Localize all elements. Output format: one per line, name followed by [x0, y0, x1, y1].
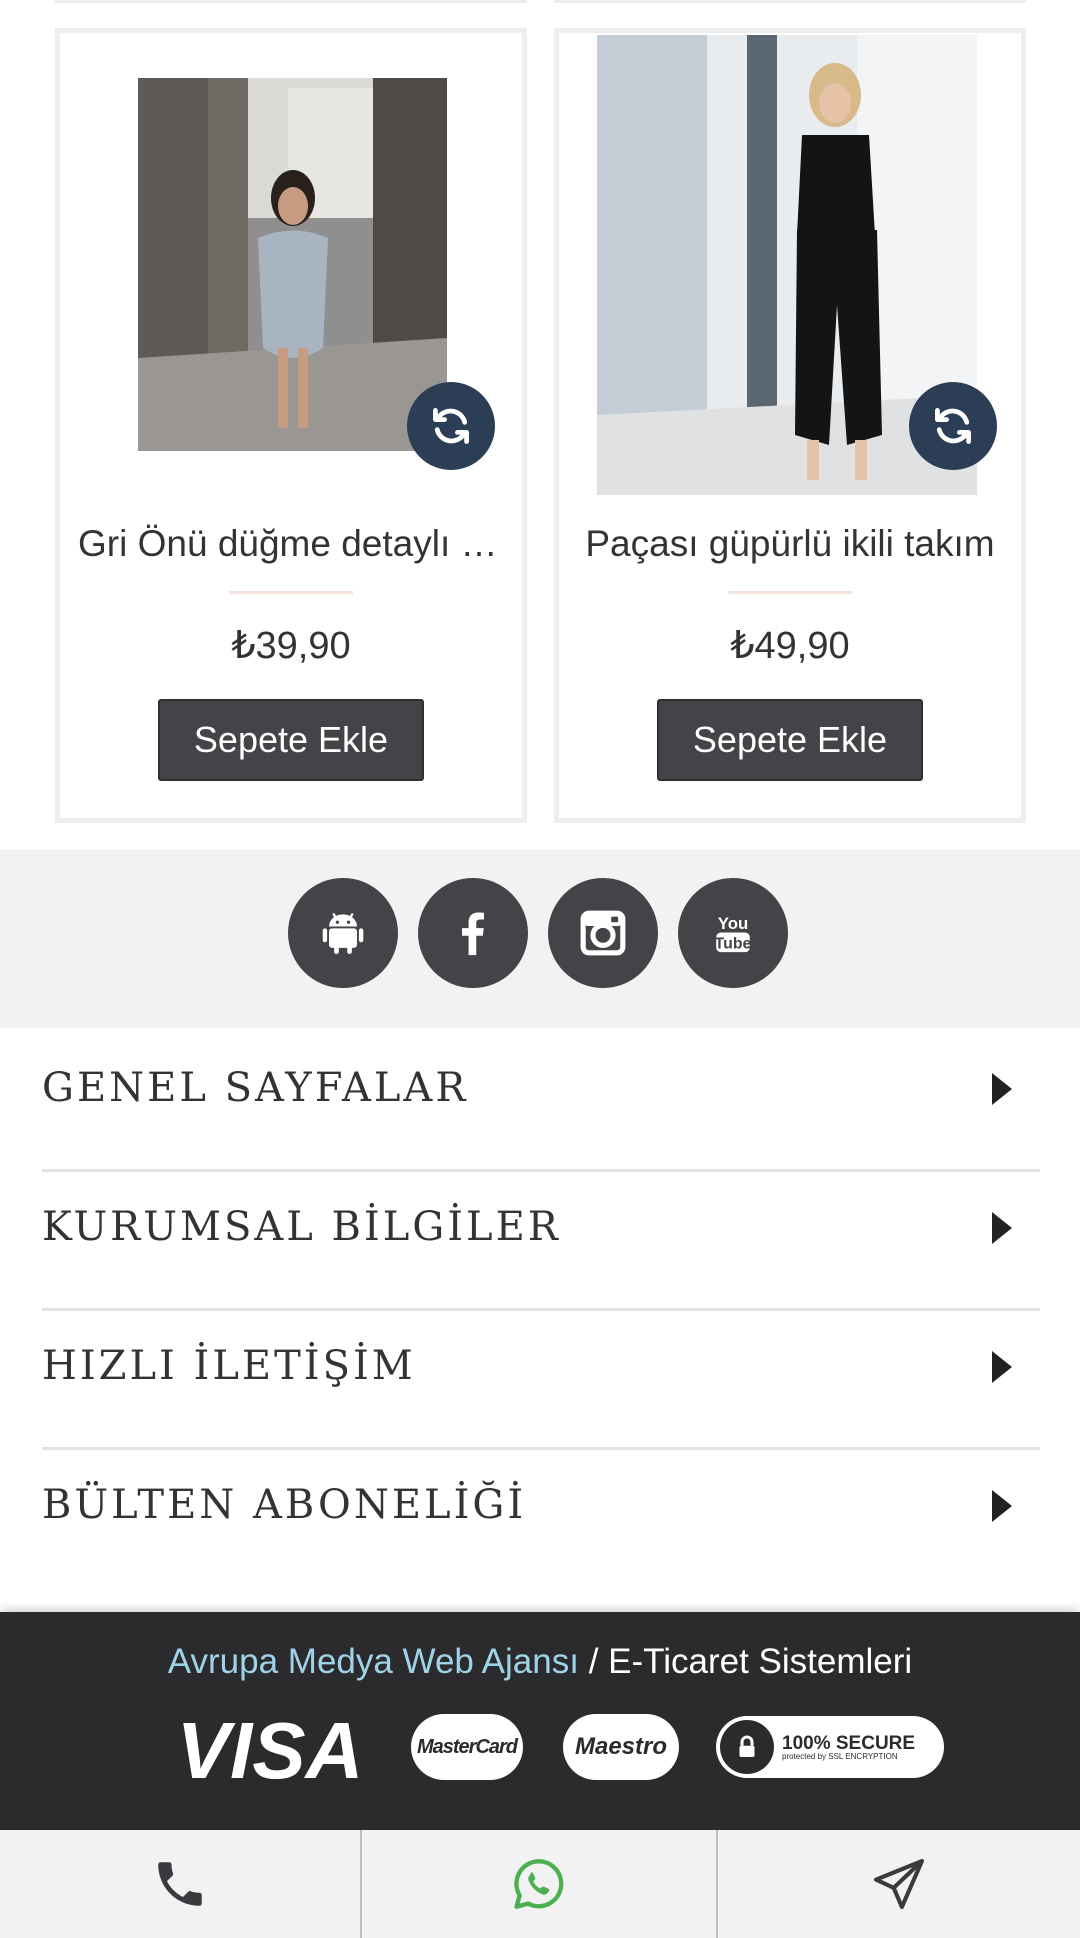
accordion-item-corporate-info[interactable]: KURUMSAL BİLGİLER: [42, 1172, 1040, 1311]
android-icon: [322, 913, 364, 954]
accordion-item-newsletter[interactable]: BÜLTEN ABONELİĞİ: [42, 1450, 1040, 1589]
accordion-item-quick-contact[interactable]: HIZLI İLETİŞİM: [42, 1311, 1040, 1450]
youtube-you-text: You: [718, 914, 748, 933]
facebook-icon: [462, 912, 484, 956]
social-bar: You Tube: [0, 850, 1080, 1028]
instagram-icon: [580, 910, 626, 956]
youtube-tube-text: Tube: [715, 935, 752, 952]
ssl-secure-badge: 100% SECURE protected by SSL ENCRYPTION: [716, 1716, 944, 1778]
phone-icon: [158, 1862, 202, 1906]
previous-row-edge: [0, 0, 1080, 4]
credit-separator: /: [578, 1642, 609, 1681]
add-to-cart-button[interactable]: Sepete Ekle: [657, 699, 923, 781]
agency-link[interactable]: Avrupa Medya Web Ajansı: [168, 1642, 579, 1681]
whatsapp-button[interactable]: [362, 1830, 718, 1938]
accordion-item-general-pages[interactable]: GENEL SAYFALAR: [42, 1033, 1040, 1172]
android-app-link[interactable]: [288, 878, 398, 988]
maestro-text: Maestro: [574, 1733, 668, 1760]
caret-right-icon: [992, 1073, 1012, 1105]
youtube-icon: You Tube: [715, 914, 752, 953]
product-price: ₺49,90: [730, 625, 850, 667]
product-name[interactable]: Paçası güpürlü ikili takım: [577, 523, 1003, 565]
contact-form-button[interactable]: [718, 1830, 1080, 1938]
product-grid: Gri Önü düğme detaylı Kalem Elbise ₺39,9…: [55, 28, 1026, 823]
facebook-link[interactable]: [418, 878, 528, 988]
secure-sub-text: protected by SSL ENCRYPTION: [782, 1751, 898, 1761]
caret-right-icon: [992, 1490, 1012, 1522]
divider: [728, 591, 852, 594]
product-photo[interactable]: [138, 78, 447, 451]
credit-system: E-Ticaret Sistemleri: [608, 1642, 913, 1681]
refresh-icon: [433, 408, 469, 444]
caret-right-icon: [992, 1351, 1012, 1383]
product-image-link[interactable]: [60, 33, 522, 503]
accordion-label: GENEL SAYFALAR: [42, 1065, 469, 1111]
mastercard-logo: MasterCard: [411, 1714, 523, 1780]
site-footer: Avrupa Medya Web Ajansı / E-Ticaret Sist…: [0, 1612, 1080, 1830]
accordion-label: KURUMSAL BİLGİLER: [42, 1204, 561, 1250]
visa-logo: VISA: [177, 1708, 364, 1788]
accordion-label: HIZLI İLETİŞİM: [42, 1343, 416, 1389]
compare-button[interactable]: [407, 382, 495, 470]
instagram-link[interactable]: [548, 878, 658, 988]
whatsapp-icon: [514, 1859, 564, 1909]
send-icon: [873, 1858, 925, 1910]
refresh-icon: [935, 408, 971, 444]
compare-button[interactable]: [909, 382, 997, 470]
product-price: ₺39,90: [231, 625, 351, 667]
footer-accordion: GENEL SAYFALAR KURUMSAL BİLGİLER HIZLI İ…: [42, 1033, 1040, 1589]
lock-icon: [720, 1720, 774, 1774]
add-to-cart-button[interactable]: Sepete Ekle: [158, 699, 424, 781]
call-button[interactable]: [0, 1830, 362, 1938]
accordion-label: BÜLTEN ABONELİĞİ: [42, 1482, 527, 1528]
mastercard-text: MasterCard: [416, 1735, 518, 1758]
footer-credit: Avrupa Medya Web Ajansı / E-Ticaret Sist…: [0, 1642, 1080, 1682]
youtube-link[interactable]: You Tube: [678, 878, 788, 988]
visa-text: VISA: [177, 1708, 364, 1788]
caret-right-icon: [992, 1212, 1012, 1244]
product-card: Paçası güpürlü ikili takım ₺49,90 Sepete…: [554, 28, 1026, 823]
product-image-link[interactable]: [559, 33, 1021, 503]
maestro-logo: Maestro: [563, 1714, 679, 1780]
product-card: Gri Önü düğme detaylı Kalem Elbise ₺39,9…: [55, 28, 527, 823]
bottom-action-bar: [0, 1830, 1080, 1938]
divider: [229, 591, 353, 594]
secure-main-text: 100% SECURE: [782, 1732, 916, 1754]
product-name[interactable]: Gri Önü düğme detaylı Kalem Elbise: [78, 523, 504, 565]
